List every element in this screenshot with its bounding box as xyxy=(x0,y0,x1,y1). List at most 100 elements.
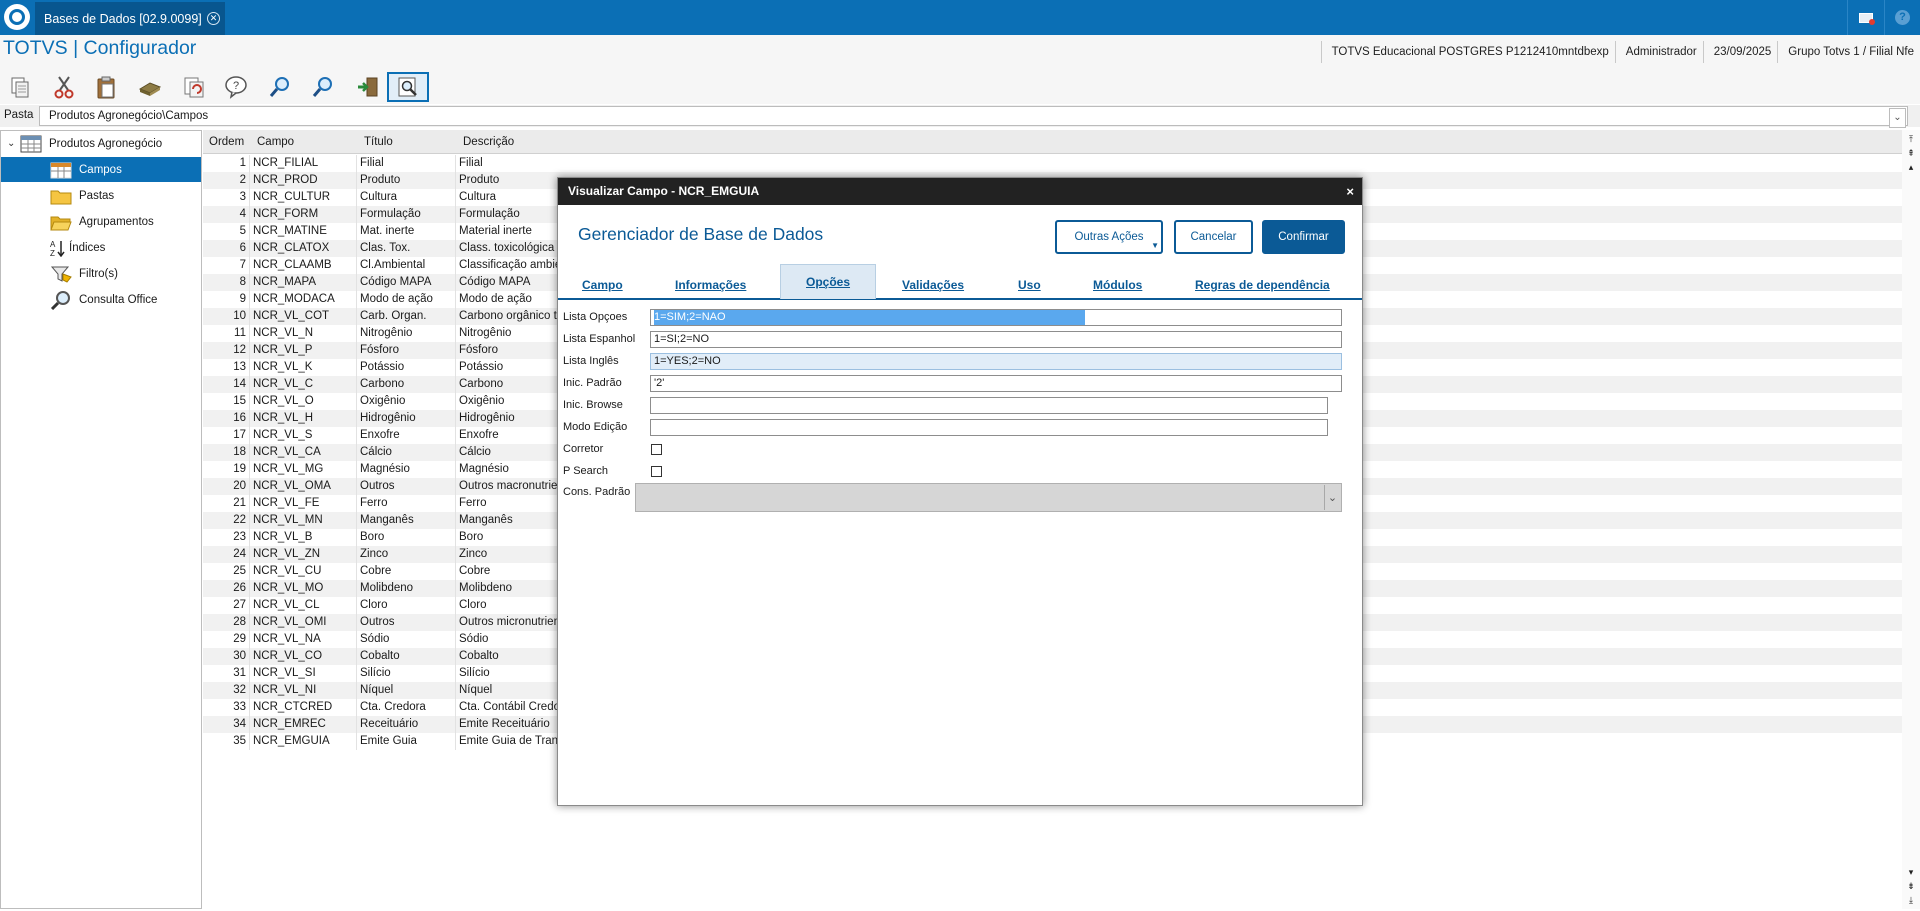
cell-titulo: Fósforo xyxy=(357,342,456,359)
help-button[interactable]: ? xyxy=(1884,0,1920,35)
tree-item-indices[interactable]: AZ Índices xyxy=(1,235,201,260)
cell-titulo: Zinco xyxy=(357,546,456,563)
tree-item-filtros[interactable]: Filtro(s) xyxy=(1,261,201,286)
table-row[interactable]: 1 NCR_FILIAL Filial Filial xyxy=(203,155,1902,172)
cell-titulo: Molibdeno xyxy=(357,580,456,597)
corretor-checkbox[interactable] xyxy=(651,444,662,455)
tab-uso[interactable]: Uso xyxy=(1018,278,1041,292)
tree-item-agrupamentos[interactable]: Agrupamentos xyxy=(1,209,201,234)
tab-validacoes[interactable]: Validações xyxy=(902,278,964,292)
database-icon xyxy=(138,82,162,96)
folder-icon xyxy=(49,186,73,206)
lista-espanhol-input[interactable]: 1=SI;2=NO xyxy=(650,331,1342,348)
corretor-label: Corretor xyxy=(563,443,604,455)
app-tab[interactable]: Bases de Dados [02.9.0099] ✕ xyxy=(35,2,225,35)
close-icon[interactable]: × xyxy=(1346,178,1354,205)
lista-ingles-input[interactable]: 1=YES;2=NO xyxy=(650,353,1342,370)
column-header-titulo[interactable]: Título xyxy=(361,130,393,154)
cell-ordem: 4 xyxy=(203,206,250,223)
cell-ordem: 35 xyxy=(203,733,250,750)
database-button[interactable] xyxy=(132,72,168,102)
p-search-checkbox[interactable] xyxy=(651,466,662,477)
copy-icon xyxy=(11,77,29,98)
scroll-top-icon[interactable]: ⤒ xyxy=(1904,132,1918,146)
tab-opcoes[interactable]: Opções xyxy=(780,264,877,299)
cell-titulo: Cultura xyxy=(357,189,456,206)
tree-item-campos[interactable]: Campos xyxy=(1,157,201,182)
cell-campo: NCR_MATINE xyxy=(250,223,357,240)
paste-button[interactable] xyxy=(88,72,124,102)
cell-campo: NCR_VL_H xyxy=(250,410,357,427)
grid-scrollbar[interactable]: ⤒ ⇞ ▴ ▾ ⇟ ⤓ xyxy=(1902,130,1920,909)
tab-modulos[interactable]: Módulos xyxy=(1093,278,1142,292)
search-button[interactable] xyxy=(262,72,298,102)
tree-root[interactable]: ⌄ Produtos Agronegócio xyxy=(1,131,201,156)
help-tool-button[interactable]: ? xyxy=(218,72,254,102)
page-title: TOTVS | Configurador xyxy=(3,37,197,59)
folder-open-icon xyxy=(49,212,73,232)
cell-ordem: 30 xyxy=(203,648,250,665)
pasta-path-field[interactable]: Produtos Agronegócio\Campos ⌄ xyxy=(39,106,1908,128)
p-search-label: P Search xyxy=(563,465,609,477)
cell-titulo: Outros xyxy=(357,478,456,495)
notifications-button[interactable] xyxy=(1847,0,1883,35)
tree-root-label: Produtos Agronegócio xyxy=(49,137,163,150)
tab-informacoes[interactable]: Informações xyxy=(675,278,746,292)
date-info: 23/09/2025 xyxy=(1702,41,1778,63)
tab-regras-dependencia[interactable]: Regras de dependência xyxy=(1195,278,1330,292)
tab-campo[interactable]: Campo xyxy=(582,278,623,292)
cell-ordem: 18 xyxy=(203,444,250,461)
scroll-page-up-icon[interactable]: ⇞ xyxy=(1904,146,1918,160)
cell-titulo: Cloro xyxy=(357,597,456,614)
cell-ordem: 13 xyxy=(203,359,250,376)
help-circle-icon: ? xyxy=(1895,10,1910,25)
cancel-button[interactable]: Cancelar xyxy=(1174,220,1253,254)
search-next-button[interactable] xyxy=(305,72,341,102)
scroll-down-icon[interactable]: ▾ xyxy=(1904,865,1918,879)
help-bubble-icon: ? xyxy=(225,76,247,99)
column-header-campo[interactable]: Campo xyxy=(254,130,294,154)
cell-campo: NCR_EMREC xyxy=(250,716,357,733)
scroll-page-down-icon[interactable]: ⇟ xyxy=(1904,879,1918,893)
cut-button[interactable] xyxy=(46,72,82,102)
inic-browse-input[interactable] xyxy=(650,397,1328,414)
cell-titulo: Magnésio xyxy=(357,461,456,478)
tree-item-label: Consulta Office xyxy=(79,293,158,306)
svg-text:Z: Z xyxy=(50,249,55,257)
other-actions-button[interactable]: Outras Ações ▼ xyxy=(1055,220,1163,254)
column-header-ordem[interactable]: Ordem xyxy=(206,130,244,154)
grid-header: Ordem Campo Título Descrição xyxy=(203,130,1902,154)
scroll-bottom-icon[interactable]: ⤓ xyxy=(1904,893,1918,907)
paste-icon xyxy=(97,76,115,99)
cell-ordem: 23 xyxy=(203,529,250,546)
cell-titulo: Hidrogênio xyxy=(357,410,456,427)
cell-campo: NCR_FORM xyxy=(250,206,357,223)
preview-button[interactable] xyxy=(387,72,429,102)
cell-titulo: Silício xyxy=(357,665,456,682)
inic-padrao-input[interactable]: '2' xyxy=(650,375,1342,392)
refresh-button[interactable] xyxy=(176,72,212,102)
tree-item-pastas[interactable]: Pastas xyxy=(1,183,201,208)
scroll-up-icon[interactable]: ▴ xyxy=(1904,160,1918,174)
chevron-down-icon[interactable]: ⌄ xyxy=(1889,108,1906,128)
totvs-logo-icon[interactable] xyxy=(4,4,30,30)
modo-edicao-input[interactable] xyxy=(650,419,1328,436)
cell-ordem: 7 xyxy=(203,257,250,274)
column-header-descricao[interactable]: Descrição xyxy=(460,130,514,154)
collapse-icon[interactable]: ⌄ xyxy=(7,138,19,149)
cell-campo: NCR_VL_OMA xyxy=(250,478,357,495)
cell-ordem: 19 xyxy=(203,461,250,478)
cell-ordem: 33 xyxy=(203,699,250,716)
lista-opcoes-input[interactable]: 1=SIM;2=NAO xyxy=(650,309,1342,326)
preview-icon xyxy=(398,77,417,97)
tree-item-label: Agrupamentos xyxy=(79,215,154,228)
tree-item-consulta-office[interactable]: Consulta Office xyxy=(1,287,201,312)
exit-button[interactable] xyxy=(350,72,386,102)
confirm-button[interactable]: Confirmar xyxy=(1262,220,1345,254)
copy-button[interactable] xyxy=(2,72,38,102)
cons-padrao-select[interactable]: ⌄ xyxy=(635,483,1342,512)
chevron-down-icon[interactable]: ⌄ xyxy=(1324,485,1340,510)
cut-icon xyxy=(54,76,74,99)
cell-ordem: 8 xyxy=(203,274,250,291)
close-tab-icon[interactable]: ✕ xyxy=(207,12,220,25)
